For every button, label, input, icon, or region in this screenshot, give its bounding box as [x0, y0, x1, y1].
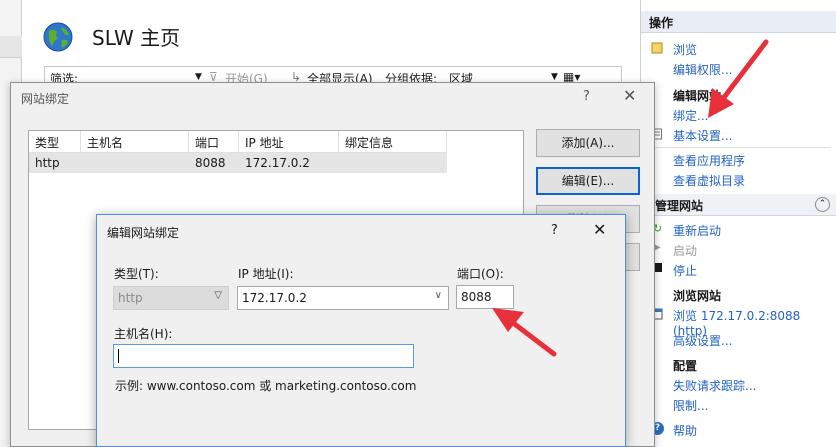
- bindings-link[interactable]: 绑定...: [673, 107, 708, 124]
- close-icon[interactable]: ✕: [623, 86, 636, 105]
- view-apps-link[interactable]: 查看应用程序: [673, 152, 745, 169]
- browse-link[interactable]: 浏览: [673, 41, 697, 58]
- port-input[interactable]: 8088: [456, 285, 514, 309]
- failed-request-tracing-link[interactable]: 失败请求跟踪...: [673, 377, 756, 394]
- port-value: 8088: [461, 290, 492, 304]
- cell-type: http: [35, 156, 60, 170]
- edit-button[interactable]: 编辑(E)...: [536, 167, 640, 195]
- actions-header: 操作: [641, 11, 836, 33]
- type-value: http: [118, 291, 143, 305]
- example-text: 示例: www.contoso.com 或 marketing.contoso.…: [115, 379, 417, 393]
- chevron-down-icon: ▽: [214, 290, 222, 301]
- column-header-ip[interactable]: IP 地址: [239, 131, 339, 153]
- cell-ip: 172.17.0.2: [245, 156, 310, 170]
- column-header-host[interactable]: 主机名: [81, 131, 189, 153]
- advanced-settings-link[interactable]: 高级设置...: [673, 332, 732, 349]
- help-button[interactable]: ?: [551, 223, 558, 238]
- column-header-port[interactable]: 端口: [189, 131, 239, 153]
- type-label: 类型(T):: [114, 267, 159, 281]
- filter-dropdown-caret-icon[interactable]: ▼: [195, 72, 202, 82]
- basic-settings-link[interactable]: 基本设置...: [673, 127, 732, 144]
- globe-icon: [43, 22, 73, 52]
- type-select: http ▽: [113, 286, 229, 310]
- edit-binding-dialog: 编辑网站绑定 ? ✕ 类型(T): http ▽ IP 地址(I): 172.1…: [96, 214, 626, 447]
- browse-site-section: 浏览网站: [673, 289, 722, 303]
- manage-site-header: 管理网站: [641, 194, 836, 216]
- table-row[interactable]: http 8088 172.17.0.2: [29, 153, 447, 173]
- add-button[interactable]: 添加(A)...: [536, 129, 640, 157]
- cell-port: 8088: [195, 156, 226, 170]
- stop-link[interactable]: 停止: [673, 262, 697, 279]
- port-label: 端口(O):: [457, 267, 504, 281]
- host-label: 主机名(H):: [114, 327, 173, 341]
- config-section: 配置: [673, 359, 698, 373]
- ip-value: 172.17.0.2: [242, 291, 307, 305]
- dialog-title: 网站绑定: [21, 92, 70, 106]
- edit-site-section: 编辑网站: [673, 89, 722, 103]
- limits-link[interactable]: 限制...: [673, 397, 708, 414]
- group-by-caret-icon[interactable]: ▼: [551, 72, 558, 82]
- collapse-icon[interactable]: ⌃: [815, 197, 830, 212]
- ip-label: IP 地址(I):: [238, 267, 294, 281]
- host-input[interactable]: [113, 344, 414, 368]
- help-link[interactable]: 帮助: [673, 422, 697, 439]
- page-title: SLW 主页: [92, 26, 181, 50]
- edit-permissions-link[interactable]: 编辑权限...: [673, 61, 732, 78]
- dialog-title: 编辑网站绑定: [107, 226, 180, 240]
- divider: [647, 147, 831, 148]
- text-cursor: [118, 349, 119, 363]
- ip-address-select[interactable]: 172.17.0.2 ∨: [237, 286, 449, 310]
- close-icon[interactable]: ✕: [593, 220, 606, 239]
- column-header-type[interactable]: 类型: [29, 131, 81, 153]
- start-link: 启动: [673, 244, 698, 258]
- restart-link[interactable]: 重新启动: [673, 222, 721, 239]
- tree-pane-tab: [0, 36, 22, 58]
- chevron-down-icon[interactable]: ∨: [435, 290, 442, 301]
- actions-panel: 操作 浏览 编辑权限... 编辑网站 绑定... 基本设置... 查看应用程序 …: [640, 0, 836, 447]
- help-button[interactable]: ?: [583, 89, 590, 104]
- browse-icon: [651, 42, 663, 54]
- column-header-info[interactable]: 绑定信息: [339, 131, 447, 153]
- view-vdirs-link[interactable]: 查看虚拟目录: [673, 172, 745, 189]
